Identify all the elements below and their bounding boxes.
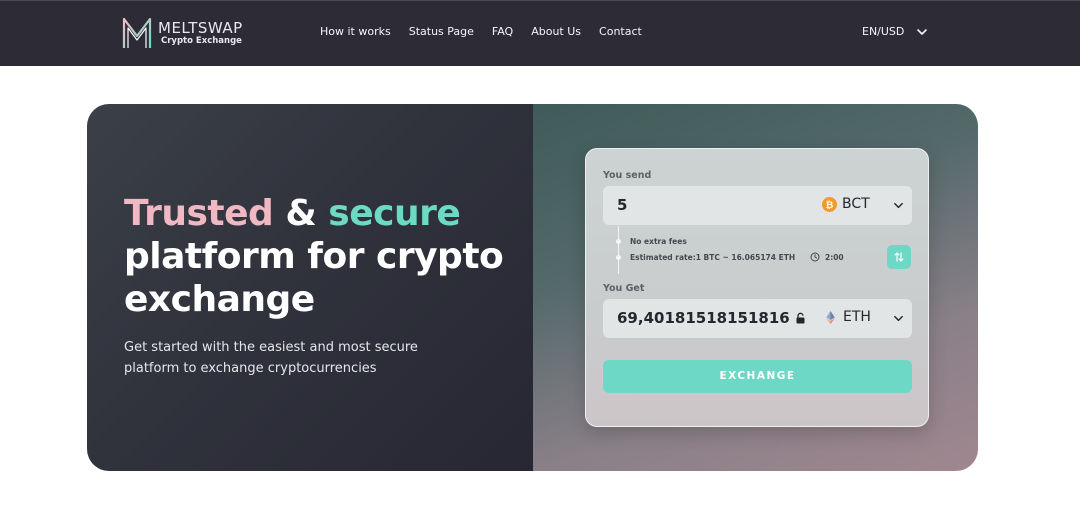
estimated-rate-text: Estimated rate:1 BTC ~ 16.065174 ETH	[630, 253, 796, 262]
headline-ampersand: &	[273, 193, 329, 234]
bitcoin-icon: ₿	[822, 196, 837, 212]
send-coin-selector[interactable]: ₿ BCT	[822, 196, 870, 212]
headline-rest: platform for crypto exchange	[124, 236, 504, 320]
rate-timer: 2:00	[810, 252, 844, 262]
meltswap-logo-icon	[122, 17, 152, 48]
chevron-down-icon[interactable]	[893, 313, 904, 324]
hero-headline: Trusted & secure platform for crypto exc…	[124, 192, 524, 321]
nav-about-us[interactable]: About Us	[531, 25, 581, 38]
exchange-card: You send 5 ₿ BCT No extra fees Estimated…	[585, 148, 929, 427]
get-field[interactable]: 69,40181518151816 ETH	[603, 299, 912, 338]
timer-value: 2:00	[825, 252, 844, 262]
send-amount-input[interactable]: 5	[617, 196, 627, 214]
clock-icon	[810, 252, 820, 262]
you-get-label: You Get	[603, 283, 645, 294]
nav-links: How it works Status Page FAQ About Us Co…	[320, 25, 660, 38]
get-amount-output: 69,40181518151816	[617, 309, 790, 327]
locale-selector[interactable]: EN/USD	[862, 25, 904, 38]
nav-status-page[interactable]: Status Page	[409, 25, 474, 38]
svg-text:₿: ₿	[826, 199, 834, 210]
nav-how-it-works[interactable]: How it works	[320, 25, 391, 38]
hero-subtext: Get started with the easiest and most se…	[124, 340, 418, 376]
swap-direction-button[interactable]	[887, 245, 911, 269]
nav-contact[interactable]: Contact	[599, 25, 642, 38]
get-coin-selector[interactable]: ETH	[823, 309, 871, 325]
brand-name: MELTSWAP	[158, 18, 243, 37]
lock-icon[interactable]	[795, 312, 806, 324]
ethereum-icon	[826, 310, 835, 324]
chevron-down-icon[interactable]	[893, 200, 904, 211]
you-send-label: You send	[603, 170, 652, 181]
hero-left-panel: Trusted & secure platform for crypto exc…	[87, 104, 533, 471]
get-coin-label: ETH	[843, 309, 871, 325]
no-fees-text: No extra fees	[630, 237, 687, 246]
brand-logo[interactable]: MELTSWAP Crypto Exchange	[121, 16, 243, 50]
send-coin-label: BCT	[842, 196, 870, 212]
exchange-button[interactable]: EXCHANGE	[603, 360, 912, 393]
info-connector-line	[618, 226, 619, 274]
info-dot	[616, 255, 621, 260]
info-dot	[616, 239, 621, 244]
chevron-down-icon[interactable]	[916, 26, 928, 38]
brand-subtitle: Crypto Exchange	[161, 35, 242, 46]
headline-secure: secure	[328, 193, 461, 234]
headline-trusted: Trusted	[124, 193, 274, 234]
send-field[interactable]: 5 ₿ BCT	[603, 186, 912, 225]
nav-faq[interactable]: FAQ	[492, 25, 513, 38]
swap-arrows-icon	[894, 252, 904, 262]
top-navbar: MELTSWAP Crypto Exchange How it works St…	[0, 0, 1080, 66]
